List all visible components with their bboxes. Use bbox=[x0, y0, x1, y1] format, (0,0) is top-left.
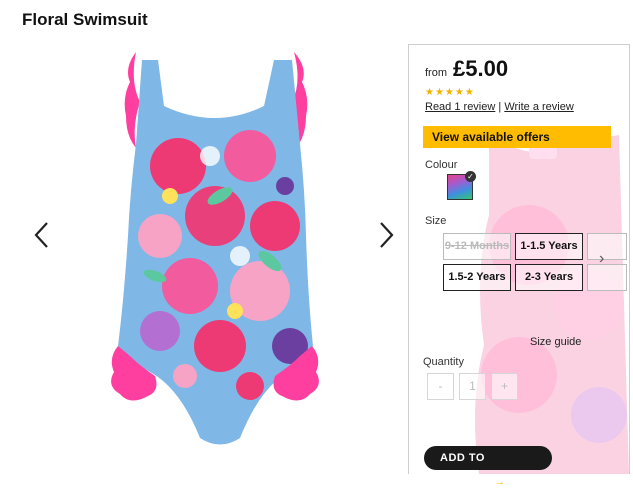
write-review-link[interactable]: Write a review bbox=[504, 101, 573, 113]
product-title: Floral Swimsuit bbox=[22, 10, 148, 29]
add-to-basket-button[interactable]: ADD TO BASKET → bbox=[424, 446, 552, 488]
size-label: Size bbox=[425, 215, 447, 227]
price-value: £5.00 bbox=[453, 56, 509, 81]
purchase-panel: from £5.00 ★★★★★ Read 1 review | Write a… bbox=[408, 44, 630, 474]
chevron-right-icon bbox=[380, 222, 394, 248]
size-next-chevron-icon[interactable]: › bbox=[599, 250, 604, 268]
check-icon: ✓ bbox=[465, 171, 476, 182]
product-gallery bbox=[20, 40, 405, 470]
read-reviews-link[interactable]: Read 1 review bbox=[425, 101, 495, 113]
size-option-partial[interactable] bbox=[587, 264, 627, 291]
size-option[interactable]: 2-3 Years bbox=[515, 264, 583, 291]
gallery-next-button[interactable] bbox=[374, 218, 398, 252]
rating-stars-icon: ★★★★★ bbox=[425, 87, 475, 98]
colour-swatch[interactable]: ✓ bbox=[447, 171, 476, 200]
size-option[interactable]: 1-1.5 Years bbox=[515, 233, 583, 260]
swimsuit-image bbox=[111, 52, 319, 445]
quantity-input[interactable]: 1 bbox=[459, 373, 486, 400]
add-to-basket-label: ADD TO BASKET bbox=[440, 452, 489, 488]
price-from-label: from bbox=[425, 67, 447, 79]
reviews-links: Read 1 review | Write a review bbox=[425, 101, 574, 113]
colour-label: Colour bbox=[425, 159, 458, 171]
quantity-increase-button[interactable]: + bbox=[491, 373, 518, 400]
size-option-unavailable[interactable]: 9-12 Months bbox=[443, 233, 511, 260]
arrow-right-icon: → bbox=[494, 476, 506, 488]
quantity-decrease-button[interactable]: - bbox=[427, 373, 454, 400]
reviews-separator: | bbox=[498, 101, 502, 113]
chevron-left-icon bbox=[34, 222, 48, 248]
view-offers-button[interactable]: View available offers bbox=[423, 126, 611, 148]
gallery-prev-button[interactable] bbox=[30, 218, 54, 252]
size-option-partial[interactable] bbox=[587, 233, 627, 260]
quantity-label: Quantity bbox=[423, 356, 464, 368]
size-guide-link[interactable]: Size guide bbox=[530, 336, 581, 348]
size-option[interactable]: 1.5-2 Years bbox=[443, 264, 511, 291]
